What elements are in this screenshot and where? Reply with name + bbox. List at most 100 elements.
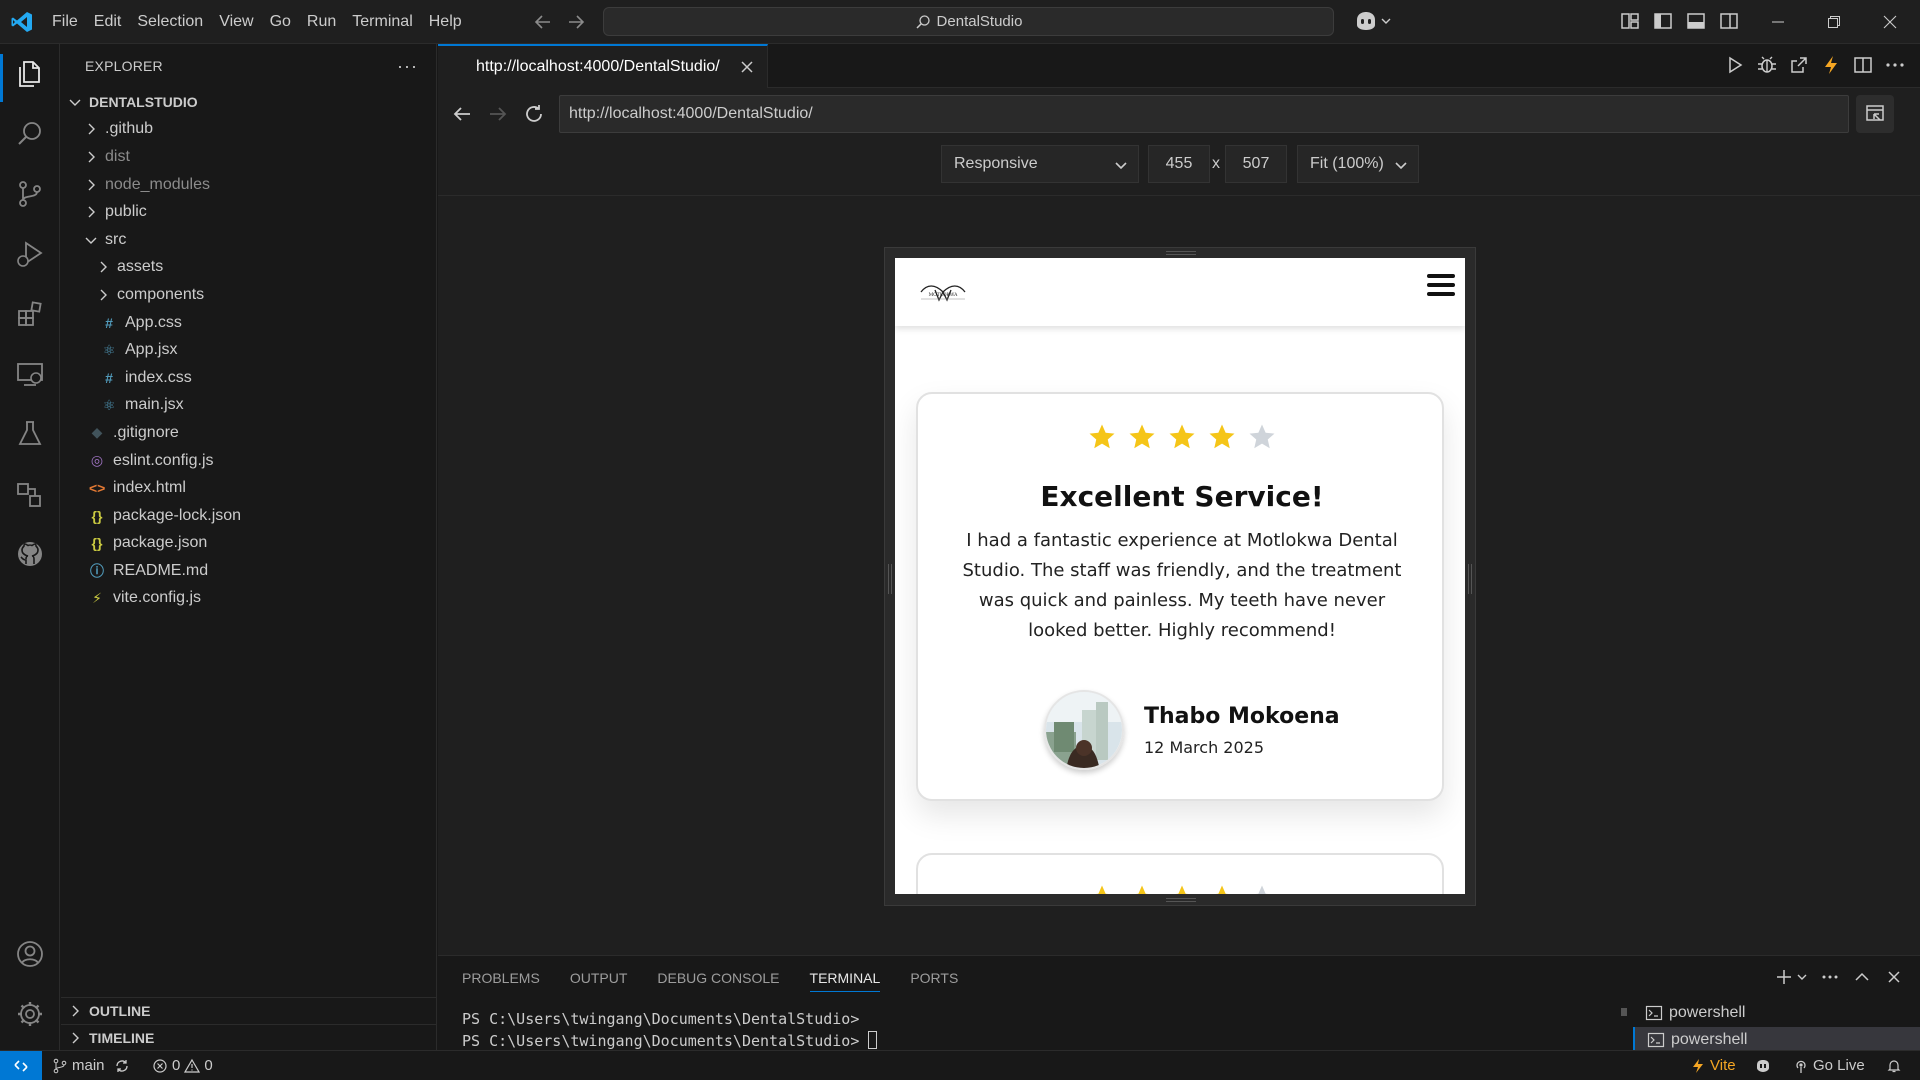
panel-tab-ports[interactable]: PORTS [910,956,958,1000]
tree-file[interactable]: ⚛ main.jsx [61,392,437,420]
git-branch-icon [53,1058,67,1073]
tree-file[interactable]: ◆ .gitignore [61,419,437,447]
menu-go[interactable]: Go [262,7,299,37]
hamburger-menu-icon[interactable] [1427,274,1455,300]
search-icon [916,14,930,29]
terminal-instance[interactable]: powershell [1633,1000,1920,1026]
run-debug-icon[interactable] [14,238,46,270]
minimize-button[interactable] [1750,0,1806,44]
vite-status[interactable]: Vite [1690,1051,1736,1080]
command-center-search[interactable]: DentalStudio [603,7,1334,36]
go-live-button[interactable]: Go Live [1793,1051,1865,1080]
close-panel-icon[interactable] [1884,967,1904,987]
toggle-panel-icon[interactable] [1685,10,1707,32]
height-input[interactable]: 507 [1225,145,1287,183]
more-actions-icon[interactable] [1820,967,1840,987]
source-control-icon[interactable] [14,178,46,210]
menu-run[interactable]: Run [299,7,344,37]
menu-help[interactable]: Help [421,7,470,37]
url-input[interactable]: http://localhost:4000/DentalStudio/ [559,95,1849,133]
device-select[interactable]: Responsive [941,145,1139,183]
notifications-button[interactable] [1886,1051,1902,1080]
width-input[interactable]: 455 [1148,145,1210,183]
tree-file[interactable]: {} package-lock.json [61,502,437,530]
tree-folder[interactable]: public [61,198,437,226]
toggle-secondary-sidebar-icon[interactable] [1718,10,1740,32]
testing-icon[interactable] [14,418,46,450]
arrow-right-icon[interactable] [564,10,588,34]
reload-icon[interactable] [522,102,546,126]
author-avatar [1044,690,1124,770]
more-actions-icon[interactable] [1884,54,1906,76]
live-share-icon[interactable] [14,478,46,510]
toggle-devtools-button[interactable] [1856,95,1894,133]
tree-root-folder[interactable]: DENTALSTUDIO [61,88,437,116]
timeline-section[interactable]: TIMELINE [61,1024,437,1051]
tree-file[interactable]: ⓘ README.md [61,557,437,585]
problems-indicator[interactable]: 0 0 [152,1051,213,1080]
tree-file[interactable]: # App.css [61,309,437,337]
remote-indicator[interactable] [0,1051,42,1080]
accounts-icon[interactable] [14,938,46,970]
menu-file[interactable]: File [44,7,86,37]
resize-handle-bottom[interactable] [1166,898,1196,902]
search-icon[interactable] [14,118,46,150]
tree-file[interactable]: ⚡ vite.config.js [61,585,437,613]
tree-file[interactable]: ◎ eslint.config.js [61,447,437,475]
tree-folder[interactable]: components [61,281,437,309]
copilot-button[interactable] [1354,8,1396,34]
tree-file[interactable]: # index.css [61,364,437,392]
split-editor-icon[interactable] [1852,54,1874,76]
close-tab-icon[interactable] [737,57,757,77]
tree-file[interactable]: {} package.json [61,530,437,558]
tree-folder[interactable]: node_modules [61,171,437,199]
extensions-icon[interactable] [14,298,46,330]
sync-button[interactable] [114,1051,130,1080]
tab-browser-preview[interactable]: http://localhost:4000/DentalStudio/ [438,44,768,88]
menu-edit[interactable]: Edit [86,7,130,37]
github-icon[interactable] [14,538,46,570]
panel-tab-output[interactable]: OUTPUT [570,956,628,1000]
site-logo[interactable]: MOTLOKWA [917,280,969,306]
resize-handle-top[interactable] [1166,251,1196,255]
panel-tab-problems[interactable]: PROBLEMS [462,956,540,1000]
toggle-sidebar-icon[interactable] [1652,10,1674,32]
outline-section[interactable]: OUTLINE [61,997,437,1024]
resize-handle-left[interactable] [888,564,892,594]
customize-layout-icon[interactable] [1619,10,1641,32]
back-arrow-icon[interactable] [450,102,474,126]
terminal-scrollbar[interactable] [1621,1008,1627,1016]
more-actions-icon[interactable]: ··· [397,56,418,77]
arrow-left-icon[interactable] [531,10,555,34]
manage-gear-icon[interactable] [14,998,46,1030]
tree-folder[interactable]: src [61,226,437,254]
forward-arrow-icon[interactable] [486,102,510,126]
resize-handle-right[interactable] [1468,564,1472,594]
maximize-panel-icon[interactable] [1852,967,1872,987]
menu-view[interactable]: View [211,7,261,37]
new-terminal-icon[interactable] [1774,967,1794,987]
lightning-icon[interactable] [1820,54,1842,76]
tree-folder[interactable]: dist [61,143,437,171]
zoom-select[interactable]: Fit (100%) [1297,145,1419,183]
tree-folder[interactable]: .github [61,116,437,144]
chevron-down-icon[interactable] [1796,967,1808,987]
chevron-right-icon [88,151,95,163]
menu-selection[interactable]: Selection [129,7,211,37]
run-icon[interactable] [1724,54,1746,76]
remote-explorer-icon[interactable] [14,358,46,390]
open-external-icon[interactable] [1788,54,1810,76]
explorer-icon[interactable] [14,58,46,90]
tree-file[interactable]: <> index.html [61,474,437,502]
menu-terminal[interactable]: Terminal [344,7,420,37]
copilot-status[interactable] [1755,1051,1771,1080]
restore-button[interactable] [1806,0,1862,44]
panel-tab-debug-console[interactable]: DEBUG CONSOLE [657,956,779,1000]
branch-indicator[interactable]: main [52,1051,105,1080]
tree-folder[interactable]: assets [61,254,437,282]
debug-bug-icon[interactable] [1756,54,1778,76]
close-window-button[interactable] [1862,0,1918,44]
tree-file[interactable]: ⚛ App.jsx [61,336,437,364]
terminal-output[interactable]: PS C:\Users\twingang\Documents\DentalStu… [462,1008,878,1052]
panel-tab-terminal[interactable]: TERMINAL [809,956,880,1000]
